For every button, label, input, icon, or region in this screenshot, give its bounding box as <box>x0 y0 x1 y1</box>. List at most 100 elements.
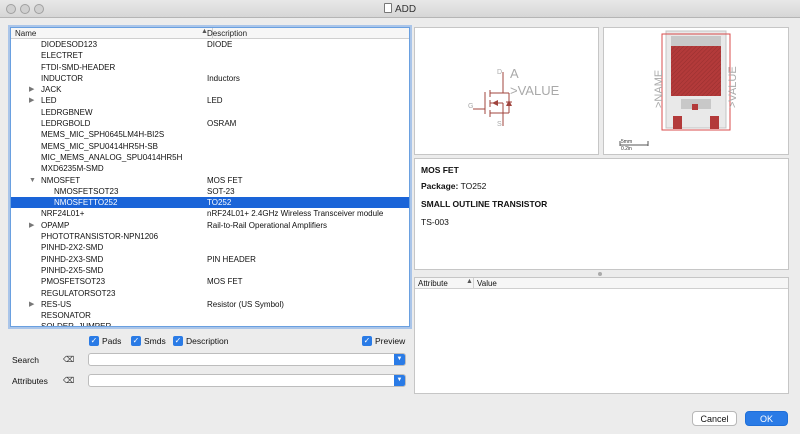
tree-row[interactable]: ▶ OPAMP Rail-to-Rail Operational Amplifier… <box>11 220 409 231</box>
scale-label-in: 0.2in <box>621 146 632 152</box>
column-divider[interactable] <box>473 278 474 288</box>
ok-button[interactable]: OK <box>745 411 788 426</box>
tree-row[interactable]: PMOSFETSOT23 MOS FET <box>11 276 409 287</box>
tree-row-name: PMOSFETSOT23 <box>41 277 106 287</box>
tree-row-name: ELECTRET <box>41 51 83 61</box>
tree-row[interactable]: LEDRGBOLD OSRAM <box>11 118 409 129</box>
tree-row[interactable]: INDUCTOR Inductors <box>11 73 409 84</box>
attributes-clear-icon[interactable]: ⌫ <box>63 376 74 385</box>
mosfet-symbol-drawing: A >VALUE G D S <box>468 66 560 128</box>
column-header-attribute[interactable]: Attribute <box>418 279 448 288</box>
search-input[interactable]: ▼ <box>88 353 406 366</box>
tree-row-description: DIODE <box>207 40 233 49</box>
tree-row[interactable]: NRF24L01+ nRF24L01+ 2.4GHz Wireless Trans… <box>11 208 409 219</box>
chevron-down-icon[interactable]: ▼ <box>394 375 405 386</box>
tree-row-name: PHOTOTRANSISTOR-NPN1206 <box>41 232 159 242</box>
tree-row[interactable]: PINHD-2X5-SMD <box>11 265 409 276</box>
tree-row-name: FTDI-SMD-HEADER <box>41 62 116 72</box>
preview-label: Preview <box>375 336 406 346</box>
tree-row-description: MOS FET <box>207 175 243 185</box>
tree-row[interactable]: DIODESOD123 DIODE <box>11 39 409 50</box>
tree-row[interactable]: NMOSFETSOT23 SOT-23 <box>11 186 409 197</box>
info-package-row: Package: TO252 <box>421 181 486 191</box>
package-label-value: >VALUE <box>727 66 739 108</box>
sort-ascending-icon: ▲ <box>466 278 473 285</box>
description-panel: MOS FET Package: TO252 SMALL OUTLINE TRA… <box>414 158 789 270</box>
tree-row-name: OPAMP <box>41 220 70 230</box>
disclosure-collapsed-icon[interactable]: ▶ <box>29 84 34 95</box>
tree-row-name: REGULATORSOT23 <box>41 288 116 298</box>
tree-row[interactable]: SOLDER_JUMPER <box>11 321 409 327</box>
tree-row-description: LED <box>207 96 223 106</box>
disclosure-collapsed-icon[interactable]: ▶ <box>29 299 34 310</box>
tree-row-description: Resistor (US Symbol) <box>207 299 284 309</box>
disclosure-expanded-icon[interactable]: ▼ <box>29 175 36 186</box>
tree-row-description: MOS FET <box>207 277 243 287</box>
symbol-label-a: A <box>510 66 519 81</box>
tree-row-name: NMOSFETSOT23 <box>54 186 119 196</box>
tree-row[interactable]: PHOTOTRANSISTOR-NPN1206 <box>11 231 409 242</box>
tree-row[interactable]: LEDRGBNEW <box>11 107 409 118</box>
tree-rows: DIODESOD123 DIODE ELECTRET FTDI-SMD-HEADER I… <box>11 39 409 327</box>
tree-row-description: Inductors <box>207 73 240 83</box>
attributes-input[interactable]: ▼ <box>88 374 406 387</box>
search-clear-icon[interactable]: ⌫ <box>63 355 74 364</box>
package-label-name: >NAME <box>653 70 665 108</box>
tree-row[interactable]: PINHD-2X2-SMD <box>11 242 409 253</box>
title-bar: ADD <box>0 0 800 18</box>
symbol-label-value: >VALUE <box>510 83 560 98</box>
tree-row[interactable]: ▶ RES-US Resistor (US Symbol) <box>11 299 409 310</box>
tree-row[interactable]: MEMS_MIC_SPU0414HR5H-SB <box>11 141 409 152</box>
tree-row-description: PIN HEADER <box>207 254 256 264</box>
tree-row-description: nRF24L01+ 2.4GHz Wireless Transceiver mo… <box>207 209 384 219</box>
column-header-description[interactable]: Description <box>207 29 247 38</box>
library-tree[interactable]: Name ▲ Description DIODESOD123 DIODE ELECT… <box>10 27 410 327</box>
tree-row-name: LED <box>41 96 57 106</box>
checkmark-icon: ✓ <box>131 336 141 346</box>
tree-row-description: OSRAM <box>207 119 237 129</box>
preview-checkbox[interactable]: ✓ Preview <box>362 336 405 346</box>
tree-row[interactable]: ▶ JACK <box>11 84 409 95</box>
info-title: MOS FET <box>421 165 459 175</box>
chevron-down-icon[interactable]: ▼ <box>394 354 405 365</box>
tree-row-name: INDUCTOR <box>41 73 84 83</box>
checkmark-icon: ✓ <box>362 336 372 346</box>
display-options: ✓ Pads ✓ Smds ✓ Description ✓ Preview <box>89 336 407 348</box>
tree-row[interactable]: REGULATORSOT23 <box>11 288 409 299</box>
tree-row[interactable]: MXD6235M-SMD <box>11 163 409 174</box>
checkmark-icon: ✓ <box>173 336 183 346</box>
tree-row-name: SOLDER_JUMPER <box>41 322 112 327</box>
panel-splitter-handle[interactable] <box>598 272 602 276</box>
info-package-label: Package: <box>421 181 459 191</box>
disclosure-collapsed-icon[interactable]: ▶ <box>29 95 34 106</box>
disclosure-collapsed-icon[interactable]: ▶ <box>29 220 34 231</box>
tree-row-name: NMOSFET <box>41 175 81 185</box>
tree-row[interactable]: MIC_MEMS_ANALOG_SPU0414HR5H <box>11 152 409 163</box>
tree-row-name: PINHD-2X3-SMD <box>41 254 104 264</box>
tree-row-name: RES-US <box>41 299 72 309</box>
checkmark-icon: ✓ <box>89 336 99 346</box>
description-checkbox[interactable]: ✓ Description <box>173 336 229 346</box>
tree-row[interactable]: RESONATOR <box>11 310 409 321</box>
tree-row-name: LEDRGBOLD <box>41 119 91 129</box>
window-title-text: ADD <box>394 4 417 15</box>
tree-row[interactable]: NMOSFETTO252 TO252 <box>11 197 409 209</box>
column-header-name[interactable]: Name <box>15 29 36 38</box>
package-preview: >NAME >VALUE 5mm 0.2in <box>603 27 789 155</box>
pads-checkbox[interactable]: ✓ Pads <box>89 336 121 346</box>
smds-checkbox[interactable]: ✓ Smds <box>131 336 166 346</box>
tree-row-name: MEMS_MIC_SPU0414HR5H-SB <box>41 141 158 151</box>
tree-row[interactable]: FTDI-SMD-HEADER <box>11 62 409 73</box>
description-label: Description <box>186 336 229 346</box>
tree-row[interactable]: ▼ NMOSFET MOS FET <box>11 175 409 186</box>
package-footprint-drawing: >NAME >VALUE 5mm 0.2in <box>619 30 739 152</box>
window-title: ADD <box>0 3 800 15</box>
tree-row-name: PINHD-2X2-SMD <box>41 243 104 253</box>
column-header-value[interactable]: Value <box>477 279 497 288</box>
attribute-table: Attribute ▲ Value <box>414 277 789 394</box>
tree-row[interactable]: MEMS_MIC_SPH0645LM4H-BI2S <box>11 129 409 140</box>
tree-row[interactable]: PINHD-2X3-SMD PIN HEADER <box>11 254 409 265</box>
tree-row[interactable]: ELECTRET <box>11 50 409 61</box>
cancel-button[interactable]: Cancel <box>692 411 737 426</box>
tree-row[interactable]: ▶ LED LED <box>11 95 409 106</box>
